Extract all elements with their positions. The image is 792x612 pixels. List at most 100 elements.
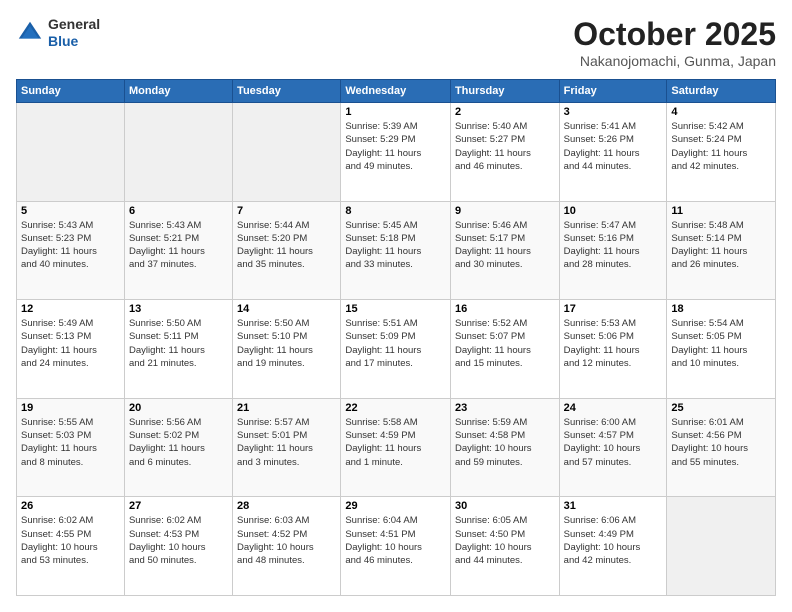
day-info: Sunrise: 6:02 AM Sunset: 4:53 PM Dayligh… (129, 514, 228, 567)
day-number: 24 (564, 402, 663, 414)
location-title: Nakanojomachi, Gunma, Japan (573, 53, 776, 69)
week-row-5: 26 Sunrise: 6:02 AM Sunset: 4:55 PM Dayli… (17, 497, 776, 596)
weekday-header-row: SundayMondayTuesdayWednesdayThursdayFrid… (17, 80, 776, 103)
day-number: 28 (237, 500, 336, 512)
day-info: Sunrise: 5:49 AM Sunset: 5:13 PM Dayligh… (21, 317, 120, 370)
title-section: October 2025 Nakanojomachi, Gunma, Japan (573, 16, 776, 69)
calendar-cell: 2 Sunrise: 5:40 AM Sunset: 5:27 PM Daylig… (450, 103, 559, 202)
day-info: Sunrise: 5:58 AM Sunset: 4:59 PM Dayligh… (345, 416, 446, 469)
day-number: 5 (21, 205, 120, 217)
day-number: 10 (564, 205, 663, 217)
day-info: Sunrise: 6:05 AM Sunset: 4:50 PM Dayligh… (455, 514, 555, 567)
logo-general: General (48, 16, 100, 33)
day-info: Sunrise: 5:46 AM Sunset: 5:17 PM Dayligh… (455, 219, 555, 272)
page: General Blue October 2025 Nakanojomachi,… (0, 0, 792, 612)
day-number: 12 (21, 303, 120, 315)
day-number: 23 (455, 402, 555, 414)
month-title: October 2025 (573, 16, 776, 53)
calendar-cell: 12 Sunrise: 5:49 AM Sunset: 5:13 PM Dayli… (17, 300, 125, 399)
day-number: 13 (129, 303, 228, 315)
day-number: 1 (345, 106, 446, 118)
day-number: 11 (671, 205, 771, 217)
day-info: Sunrise: 6:02 AM Sunset: 4:55 PM Dayligh… (21, 514, 120, 567)
calendar-cell: 10 Sunrise: 5:47 AM Sunset: 5:16 PM Dayli… (559, 201, 667, 300)
day-number: 22 (345, 402, 446, 414)
calendar-cell: 22 Sunrise: 5:58 AM Sunset: 4:59 PM Dayli… (341, 398, 451, 497)
day-number: 9 (455, 205, 555, 217)
weekday-header-tuesday: Tuesday (233, 80, 341, 103)
calendar-cell (124, 103, 232, 202)
day-info: Sunrise: 5:59 AM Sunset: 4:58 PM Dayligh… (455, 416, 555, 469)
day-info: Sunrise: 5:41 AM Sunset: 5:26 PM Dayligh… (564, 120, 663, 173)
calendar-cell: 21 Sunrise: 5:57 AM Sunset: 5:01 PM Dayli… (233, 398, 341, 497)
weekday-header-wednesday: Wednesday (341, 80, 451, 103)
calendar-cell (17, 103, 125, 202)
day-info: Sunrise: 6:00 AM Sunset: 4:57 PM Dayligh… (564, 416, 663, 469)
calendar-cell: 4 Sunrise: 5:42 AM Sunset: 5:24 PM Daylig… (667, 103, 776, 202)
calendar-cell: 8 Sunrise: 5:45 AM Sunset: 5:18 PM Daylig… (341, 201, 451, 300)
calendar-cell: 30 Sunrise: 6:05 AM Sunset: 4:50 PM Dayli… (450, 497, 559, 596)
weekday-header-friday: Friday (559, 80, 667, 103)
day-number: 6 (129, 205, 228, 217)
day-info: Sunrise: 5:53 AM Sunset: 5:06 PM Dayligh… (564, 317, 663, 370)
day-info: Sunrise: 5:43 AM Sunset: 5:23 PM Dayligh… (21, 219, 120, 272)
calendar-cell: 7 Sunrise: 5:44 AM Sunset: 5:20 PM Daylig… (233, 201, 341, 300)
day-number: 20 (129, 402, 228, 414)
calendar-cell: 14Sunrise: 5:50 AM Sunset: 5:10 PM Dayli… (233, 300, 341, 399)
day-info: Sunrise: 5:45 AM Sunset: 5:18 PM Dayligh… (345, 219, 446, 272)
header: General Blue October 2025 Nakanojomachi,… (16, 16, 776, 69)
calendar-cell: 18 Sunrise: 5:54 AM Sunset: 5:05 PM Dayli… (667, 300, 776, 399)
day-info: Sunrise: 6:01 AM Sunset: 4:56 PM Dayligh… (671, 416, 771, 469)
calendar-cell: 23 Sunrise: 5:59 AM Sunset: 4:58 PM Dayli… (450, 398, 559, 497)
day-info: Sunrise: 5:50 AM Sunset: 5:11 PM Dayligh… (129, 317, 228, 370)
calendar-cell: 26 Sunrise: 6:02 AM Sunset: 4:55 PM Dayli… (17, 497, 125, 596)
week-row-1: 1Sunrise: 5:39 AM Sunset: 5:29 PM Daylig… (17, 103, 776, 202)
calendar-cell: 9 Sunrise: 5:46 AM Sunset: 5:17 PM Daylig… (450, 201, 559, 300)
day-number: 8 (345, 205, 446, 217)
calendar-cell (233, 103, 341, 202)
day-info: Sunrise: 5:52 AM Sunset: 5:07 PM Dayligh… (455, 317, 555, 370)
weekday-header-monday: Monday (124, 80, 232, 103)
day-number: 4 (671, 106, 771, 118)
day-number: 21 (237, 402, 336, 414)
logo: General Blue (16, 16, 100, 50)
day-info: Sunrise: 5:40 AM Sunset: 5:27 PM Dayligh… (455, 120, 555, 173)
day-info: Sunrise: 5:47 AM Sunset: 5:16 PM Dayligh… (564, 219, 663, 272)
calendar-cell: 17 Sunrise: 5:53 AM Sunset: 5:06 PM Dayli… (559, 300, 667, 399)
logo-text: General Blue (48, 16, 100, 50)
day-number: 19 (21, 402, 120, 414)
day-info: Sunrise: 5:42 AM Sunset: 5:24 PM Dayligh… (671, 120, 771, 173)
day-number: 30 (455, 500, 555, 512)
calendar-cell: 27 Sunrise: 6:02 AM Sunset: 4:53 PM Dayli… (124, 497, 232, 596)
day-number: 3 (564, 106, 663, 118)
day-number: 2 (455, 106, 555, 118)
calendar-cell: 15Sunrise: 5:51 AM Sunset: 5:09 PM Dayli… (341, 300, 451, 399)
day-number: 16 (455, 303, 555, 315)
calendar-cell: 25 Sunrise: 6:01 AM Sunset: 4:56 PM Dayli… (667, 398, 776, 497)
day-info: Sunrise: 6:06 AM Sunset: 4:49 PM Dayligh… (564, 514, 663, 567)
week-row-4: 19Sunrise: 5:55 AM Sunset: 5:03 PM Dayli… (17, 398, 776, 497)
day-number: 17 (564, 303, 663, 315)
day-info: Sunrise: 5:54 AM Sunset: 5:05 PM Dayligh… (671, 317, 771, 370)
day-number: 18 (671, 303, 771, 315)
day-number: 14 (237, 303, 336, 315)
calendar-cell: 11 Sunrise: 5:48 AM Sunset: 5:14 PM Dayli… (667, 201, 776, 300)
weekday-header-sunday: Sunday (17, 80, 125, 103)
calendar-cell: 5 Sunrise: 5:43 AM Sunset: 5:23 PM Daylig… (17, 201, 125, 300)
calendar-cell: 24 Sunrise: 6:00 AM Sunset: 4:57 PM Dayli… (559, 398, 667, 497)
calendar-cell: 31Sunrise: 6:06 AM Sunset: 4:49 PM Dayli… (559, 497, 667, 596)
day-number: 26 (21, 500, 120, 512)
day-info: Sunrise: 5:48 AM Sunset: 5:14 PM Dayligh… (671, 219, 771, 272)
day-number: 7 (237, 205, 336, 217)
day-info: Sunrise: 5:56 AM Sunset: 5:02 PM Dayligh… (129, 416, 228, 469)
calendar-cell (667, 497, 776, 596)
day-info: Sunrise: 5:44 AM Sunset: 5:20 PM Dayligh… (237, 219, 336, 272)
day-number: 29 (345, 500, 446, 512)
calendar-cell: 1Sunrise: 5:39 AM Sunset: 5:29 PM Daylig… (341, 103, 451, 202)
calendar-cell: 6Sunrise: 5:43 AM Sunset: 5:21 PM Daylig… (124, 201, 232, 300)
day-number: 27 (129, 500, 228, 512)
calendar-table: SundayMondayTuesdayWednesdayThursdayFrid… (16, 79, 776, 596)
day-number: 25 (671, 402, 771, 414)
weekday-header-saturday: Saturday (667, 80, 776, 103)
day-info: Sunrise: 5:57 AM Sunset: 5:01 PM Dayligh… (237, 416, 336, 469)
